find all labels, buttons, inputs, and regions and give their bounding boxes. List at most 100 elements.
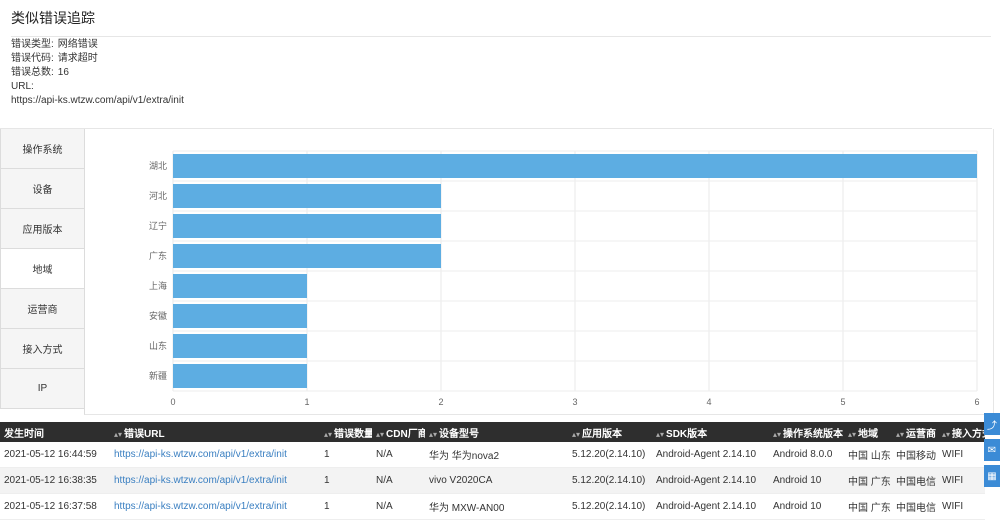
chat-button[interactable]: ✉ xyxy=(984,439,1000,461)
tab-carrier[interactable]: 运营商 xyxy=(0,289,85,329)
table-row: 2021-05-12 16:44:59 https://api-ks.wtzw.… xyxy=(0,442,985,468)
bar xyxy=(173,154,977,178)
tab-app-version[interactable]: 应用版本 xyxy=(0,209,85,249)
tab-region-label: 地域 xyxy=(32,265,53,276)
col-count-label: 错误数量 xyxy=(334,428,372,440)
cell-sdk-version: Android-Agent 2.14.10 xyxy=(652,493,769,520)
cell-time: 2021-05-12 16:38:35 xyxy=(0,467,110,494)
qrcode-button[interactable]: ▦ xyxy=(984,465,1000,487)
col-carrier-label: 运营商 xyxy=(906,428,937,440)
cell-count: 1 xyxy=(320,493,372,520)
cell-region: 中国 广东 xyxy=(844,493,892,520)
error-code-row: 错误代码: 请求超时 xyxy=(11,52,184,66)
error-type-label: 错误类型: xyxy=(11,39,54,50)
sort-icon: ▴▾ xyxy=(848,429,857,439)
cell-sdk-version: Android-Agent 2.14.10 xyxy=(652,442,769,468)
tab-device-label: 设备 xyxy=(32,185,53,196)
col-cdn[interactable]: ▴▾ CDN厂商 xyxy=(372,422,425,442)
tab-region[interactable]: 地域 xyxy=(0,249,85,289)
cell-region: 中国 山东 xyxy=(844,442,892,468)
url-label: URL: xyxy=(11,81,34,92)
cell-count: 1 xyxy=(320,467,372,494)
col-access[interactable]: ▴▾接入方式 xyxy=(938,422,985,442)
cell-sdk-version: Android-Agent 2.14.10 xyxy=(652,467,769,494)
floating-toolbar: ⤴ ✉ ▦ xyxy=(984,413,1000,491)
error-total-row: 错误总数: 16 xyxy=(11,66,184,80)
sort-icon: ▴▾ xyxy=(572,429,581,439)
y-category-label: 上海 xyxy=(149,280,167,292)
col-count[interactable]: ▴▾ 错误数量 xyxy=(320,422,372,442)
col-sdk-version[interactable]: ▴▾ SDK版本 xyxy=(652,422,769,442)
error-code-value: 请求超时 xyxy=(57,53,98,64)
col-time-label: 发生时间 xyxy=(4,428,44,440)
y-category-label: 新疆 xyxy=(149,370,167,382)
cell-app-version: 5.12.20(2.14.10) xyxy=(568,467,652,494)
share-icon: ⤴ xyxy=(987,420,997,432)
sort-icon: ▴▾ xyxy=(942,429,951,439)
bar xyxy=(173,184,441,208)
sort-icon: ▴▾ xyxy=(324,429,333,439)
cell-app-version: 5.12.20(2.14.10) xyxy=(568,442,652,468)
error-total-label: 错误总数: xyxy=(11,67,54,78)
tab-os[interactable]: 操作系统 xyxy=(0,129,85,169)
share-button[interactable]: ⤴ xyxy=(984,413,1000,435)
tab-device[interactable]: 设备 xyxy=(0,169,85,209)
tab-access-method-label: 接入方式 xyxy=(22,345,63,356)
cell-url-link[interactable]: https://api-ks.wtzw.com/api/v1/extra/ini… xyxy=(110,442,320,468)
x-tick-label: 3 xyxy=(572,397,577,407)
table-row: 2021-05-12 16:38:35 https://api-ks.wtzw.… xyxy=(0,467,985,494)
error-type-value: 网络错误 xyxy=(57,39,98,50)
error-total-value: 16 xyxy=(57,67,69,78)
cell-count: 1 xyxy=(320,442,372,468)
x-tick-label: 4 xyxy=(706,397,711,407)
col-app-version[interactable]: ▴▾ 应用版本 xyxy=(568,422,652,442)
cell-url-link[interactable]: https://api-ks.wtzw.com/api/v1/extra/ini… xyxy=(110,467,320,494)
col-carrier[interactable]: ▴▾ 运营商 xyxy=(892,422,938,442)
qrcode-icon: ▦ xyxy=(987,470,997,482)
cell-cdn: N/A xyxy=(372,442,425,468)
x-tick-label: 0 xyxy=(170,397,175,407)
cell-app-version: 5.12.20(2.14.10) xyxy=(568,493,652,520)
cell-carrier: 中国电信 xyxy=(892,467,938,494)
sort-icon: ▴▾ xyxy=(656,429,665,439)
tab-os-label: 操作系统 xyxy=(22,145,63,156)
title-divider xyxy=(11,36,991,37)
cell-access: WIFI xyxy=(938,493,985,520)
bar xyxy=(173,334,307,358)
cell-region: 中国 广东 xyxy=(844,467,892,494)
bar xyxy=(173,244,441,268)
sort-icon: ▴▾ xyxy=(773,429,782,439)
y-category-label: 辽宁 xyxy=(149,220,167,232)
table-header-row: 发生时间 ▴▾ 错误URL ▴▾ 错误数量 ▴▾ CDN厂商 ▴▾ 设备型号 ▴▾ 应用版… xyxy=(0,422,985,442)
region-bar-chart: 0 1 2 3 4 5 6 湖北河北辽宁广东上海安徽山东新疆 xyxy=(149,150,980,407)
cell-time: 2021-05-12 16:37:58 xyxy=(0,493,110,520)
col-cdn-label: CDN厂商 xyxy=(386,428,425,440)
cell-url-link[interactable]: https://api-ks.wtzw.com/api/v1/extra/ini… xyxy=(110,493,320,520)
y-category-label: 河北 xyxy=(149,190,167,202)
x-tick-label: 6 xyxy=(974,397,979,407)
url-value: https://api-ks.wtzw.com/api/v1/extra/ini… xyxy=(11,95,184,106)
cell-os-version: Android 8.0.0 xyxy=(769,442,844,468)
cell-time: 2021-05-12 16:44:59 xyxy=(0,442,110,468)
col-time[interactable]: 发生时间 xyxy=(0,422,110,442)
col-url[interactable]: ▴▾ 错误URL xyxy=(110,422,320,442)
col-region[interactable]: ▴▾ 地域 xyxy=(844,422,892,442)
col-url-label: 错误URL xyxy=(124,428,165,440)
col-app-version-label: 应用版本 xyxy=(582,428,623,440)
y-category-label: 安徽 xyxy=(149,310,167,322)
sort-icon: ▴▾ xyxy=(376,429,385,439)
page-title: 类似错误追踪 xyxy=(11,10,95,26)
tab-access-method[interactable]: 接入方式 xyxy=(0,329,85,369)
x-tick-label: 1 xyxy=(304,397,309,407)
tab-ip[interactable]: IP xyxy=(0,369,85,409)
sort-icon: ▴▾ xyxy=(114,429,123,439)
tab-carrier-label: 运营商 xyxy=(27,305,58,316)
error-type-row: 错误类型: 网络错误 xyxy=(11,38,184,52)
col-region-label: 地域 xyxy=(858,428,879,440)
tab-ip-label: IP xyxy=(37,383,48,394)
col-device[interactable]: ▴▾ 设备型号 xyxy=(425,422,568,442)
sort-icon: ▴▾ xyxy=(429,429,438,439)
col-device-label: 设备型号 xyxy=(439,428,480,440)
col-os-version[interactable]: ▴▾ 操作系统版本 xyxy=(769,422,844,442)
y-category-label: 山东 xyxy=(149,340,167,352)
